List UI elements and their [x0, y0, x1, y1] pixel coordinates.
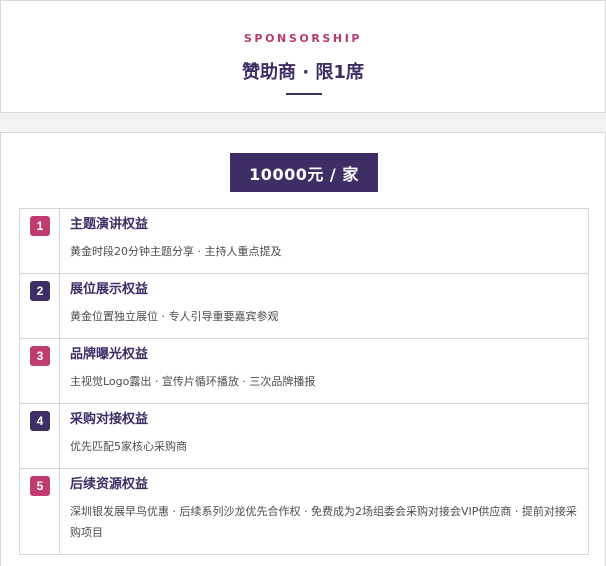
benefit-description: 优先匹配5家核心采购商	[70, 440, 187, 453]
benefit-content: 主题演讲权益 黄金时段20分钟主题分享 · 主持人重点提及	[60, 209, 588, 273]
page-title: 赞助商 · 限1席	[242, 62, 364, 83]
benefit-title: 展位展示权益	[70, 282, 149, 297]
benefit-content: 后续资源权益 深圳银发展早鸟优惠 · 后续系列沙龙优先合作权 · 免费成为2场组…	[60, 469, 588, 554]
price-badge: 10000元 / 家	[230, 153, 378, 192]
sponsorship-eyebrow: SPONSORSHIP	[243, 32, 363, 45]
benefit-row: 5 后续资源权益 深圳银发展早鸟优惠 · 后续系列沙龙优先合作权 · 免费成为2…	[20, 469, 588, 554]
benefit-number-badge: 5	[30, 476, 50, 496]
benefit-description: 黄金时段20分钟主题分享 · 主持人重点提及	[70, 245, 282, 258]
benefit-number-column: 4	[20, 404, 60, 468]
benefit-number-column: 3	[20, 339, 60, 403]
benefit-description: 主视觉Logo露出 · 宣传片循环播放 · 三次品牌播报	[70, 375, 316, 388]
benefit-number-column: 5	[20, 469, 60, 554]
benefit-row: 1 主题演讲权益 黄金时段20分钟主题分享 · 主持人重点提及	[20, 209, 588, 274]
benefit-row: 3 品牌曝光权益 主视觉Logo露出 · 宣传片循环播放 · 三次品牌播报	[20, 339, 588, 404]
benefit-number-badge: 3	[30, 346, 50, 366]
benefit-description: 黄金位置独立展位 · 专人引导重要嘉宾参观	[70, 310, 279, 323]
benefit-number-column: 2	[20, 274, 60, 338]
benefit-title: 采购对接权益	[70, 412, 149, 427]
title-underline	[286, 93, 322, 95]
benefit-number-column: 1	[20, 209, 60, 273]
benefit-number-badge: 2	[30, 281, 50, 301]
sponsorship-details-card: 10000元 / 家 1 主题演讲权益 黄金时段20分钟主题分享 · 主持人重点…	[0, 132, 606, 566]
benefit-title: 后续资源权益	[70, 477, 149, 492]
benefits-table: 1 主题演讲权益 黄金时段20分钟主题分享 · 主持人重点提及 2 展位展示权益…	[19, 208, 589, 555]
benefit-title: 品牌曝光权益	[70, 347, 149, 362]
benefit-content: 展位展示权益 黄金位置独立展位 · 专人引导重要嘉宾参观	[60, 274, 588, 338]
sponsorship-header-card: SPONSORSHIP 赞助商 · 限1席	[0, 0, 606, 113]
benefit-number-badge: 1	[30, 216, 50, 236]
benefit-content: 品牌曝光权益 主视觉Logo露出 · 宣传片循环播放 · 三次品牌播报	[60, 339, 588, 403]
benefit-row: 2 展位展示权益 黄金位置独立展位 · 专人引导重要嘉宾参观	[20, 274, 588, 339]
benefit-content: 采购对接权益 优先匹配5家核心采购商	[60, 404, 588, 468]
benefit-title: 主题演讲权益	[70, 217, 149, 232]
benefit-row: 4 采购对接权益 优先匹配5家核心采购商	[20, 404, 588, 469]
benefit-description: 深圳银发展早鸟优惠 · 后续系列沙龙优先合作权 · 免费成为2场组委会采购对接会…	[70, 505, 577, 539]
benefit-number-badge: 4	[30, 411, 50, 431]
